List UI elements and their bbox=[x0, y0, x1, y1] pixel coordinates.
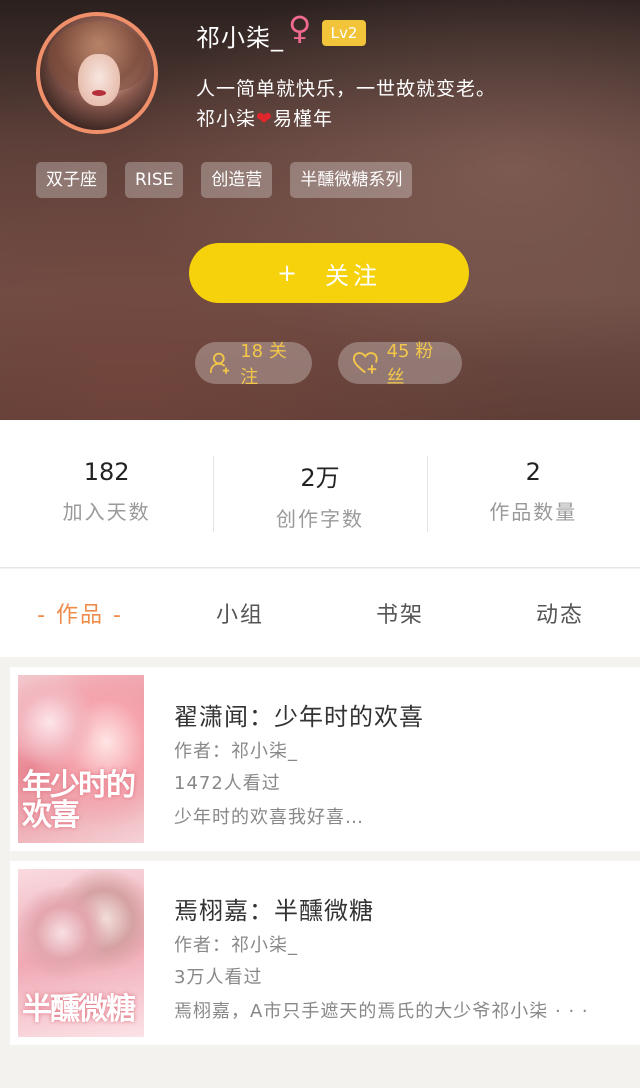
work-card[interactable]: 年少时的欢喜 翟潇闻：少年时的欢喜 作者：祁小柒_ 1472人看过 少年时的欢喜… bbox=[10, 667, 640, 851]
tag[interactable]: RISE bbox=[125, 162, 184, 198]
tag[interactable]: 双子座 bbox=[36, 162, 107, 198]
follow-button-label: 关注 bbox=[325, 261, 382, 290]
work-views: 1472人看过 bbox=[174, 773, 281, 794]
avatar-face bbox=[78, 54, 120, 106]
level-badge: Lv2 bbox=[322, 20, 366, 46]
work-title[interactable]: 焉栩嘉：半醺微糖 bbox=[174, 891, 374, 926]
stat-value: 182 bbox=[83, 457, 130, 486]
fans-label: 45 粉丝 bbox=[386, 341, 434, 388]
profile-signature: 人一简单就快乐，一世故就变老。 祁小柒❤易槿年 bbox=[196, 74, 496, 134]
stat-works-count: 2 作品数量 bbox=[426, 455, 640, 532]
signature-line-2: 祁小柒❤易槿年 bbox=[196, 104, 496, 134]
work-views: 3万人看过 bbox=[174, 967, 263, 988]
fans-count-button[interactable]: 45 粉丝 bbox=[338, 341, 462, 388]
stats-bar: 182 加入天数 2万 创作字数 2 作品数量 bbox=[0, 420, 640, 568]
follow-button[interactable]: + 关注 bbox=[189, 243, 469, 303]
book-cover[interactable]: 半醺微糖 bbox=[18, 869, 144, 1037]
plus-icon: + bbox=[276, 259, 302, 287]
user-add-icon bbox=[209, 352, 230, 374]
stat-value: 2 bbox=[525, 457, 541, 486]
stat-join-days: 182 加入天数 bbox=[0, 456, 213, 532]
tab-activity[interactable]: 动态 bbox=[480, 597, 640, 629]
tab-bookshelf[interactable]: 书架 bbox=[320, 597, 480, 629]
stat-label: 加入天数 bbox=[62, 499, 151, 524]
signature-prefix: 祁小柒 bbox=[196, 108, 257, 130]
signature-line-1: 人一简单就快乐，一世故就变老。 bbox=[196, 78, 497, 100]
work-card[interactable]: 半醺微糖 焉栩嘉：半醺微糖 作者：祁小柒_ 3万人看过 焉栩嘉，A市只手遮天的焉… bbox=[10, 861, 640, 1045]
profile-header: 祁小柒_ ♀ Lv2 人一简单就快乐，一世故就变老。 祁小柒❤易槿年 双子座 R… bbox=[0, 0, 640, 420]
book-cover[interactable]: 年少时的欢喜 bbox=[18, 675, 144, 843]
following-label: 18 关注 bbox=[240, 341, 287, 388]
stat-word-count: 2万 创作字数 bbox=[213, 455, 426, 532]
profile-tabs: - 作品 - 小组 书架 动态 bbox=[0, 569, 640, 657]
cover-title: 半醺微糖 bbox=[22, 992, 136, 1027]
stat-label: 创作字数 bbox=[275, 506, 364, 531]
stat-label: 作品数量 bbox=[489, 499, 578, 524]
heart-add-icon bbox=[352, 352, 378, 374]
following-count-button[interactable]: 18 关注 bbox=[195, 341, 312, 388]
work-title[interactable]: 翟潇闻：少年时的欢喜 bbox=[174, 697, 424, 732]
tab-works[interactable]: - 作品 - bbox=[0, 597, 160, 629]
work-author: 作者：祁小柒_ bbox=[174, 935, 298, 956]
avatar[interactable] bbox=[36, 12, 158, 134]
profile-name: 祁小柒_ bbox=[196, 24, 284, 52]
avatar-lips bbox=[92, 90, 106, 96]
work-description: 少年时的欢喜我好喜… bbox=[174, 807, 364, 828]
female-icon: ♀ bbox=[288, 9, 312, 47]
works-list: 年少时的欢喜 翟潇闻：少年时的欢喜 作者：祁小柒_ 1472人看过 少年时的欢喜… bbox=[10, 667, 640, 1055]
work-author: 作者：祁小柒_ bbox=[174, 741, 298, 762]
tag[interactable]: 半醺微糖系列 bbox=[290, 162, 413, 198]
signature-suffix: 易槿年 bbox=[272, 108, 333, 130]
tag[interactable]: 创造营 bbox=[201, 162, 273, 198]
work-description: 焉栩嘉，A市只手遮天的焉氏的大少爷祁小柒 · · · bbox=[174, 1001, 589, 1022]
tab-groups[interactable]: 小组 bbox=[160, 597, 320, 629]
cover-title: 年少时的欢喜 bbox=[22, 768, 136, 833]
heart-icon: ❤ bbox=[256, 108, 273, 130]
profile-tags: 双子座 RISE 创造营 半醺微糖系列 bbox=[36, 162, 413, 198]
stat-value: 2万 bbox=[300, 463, 340, 492]
